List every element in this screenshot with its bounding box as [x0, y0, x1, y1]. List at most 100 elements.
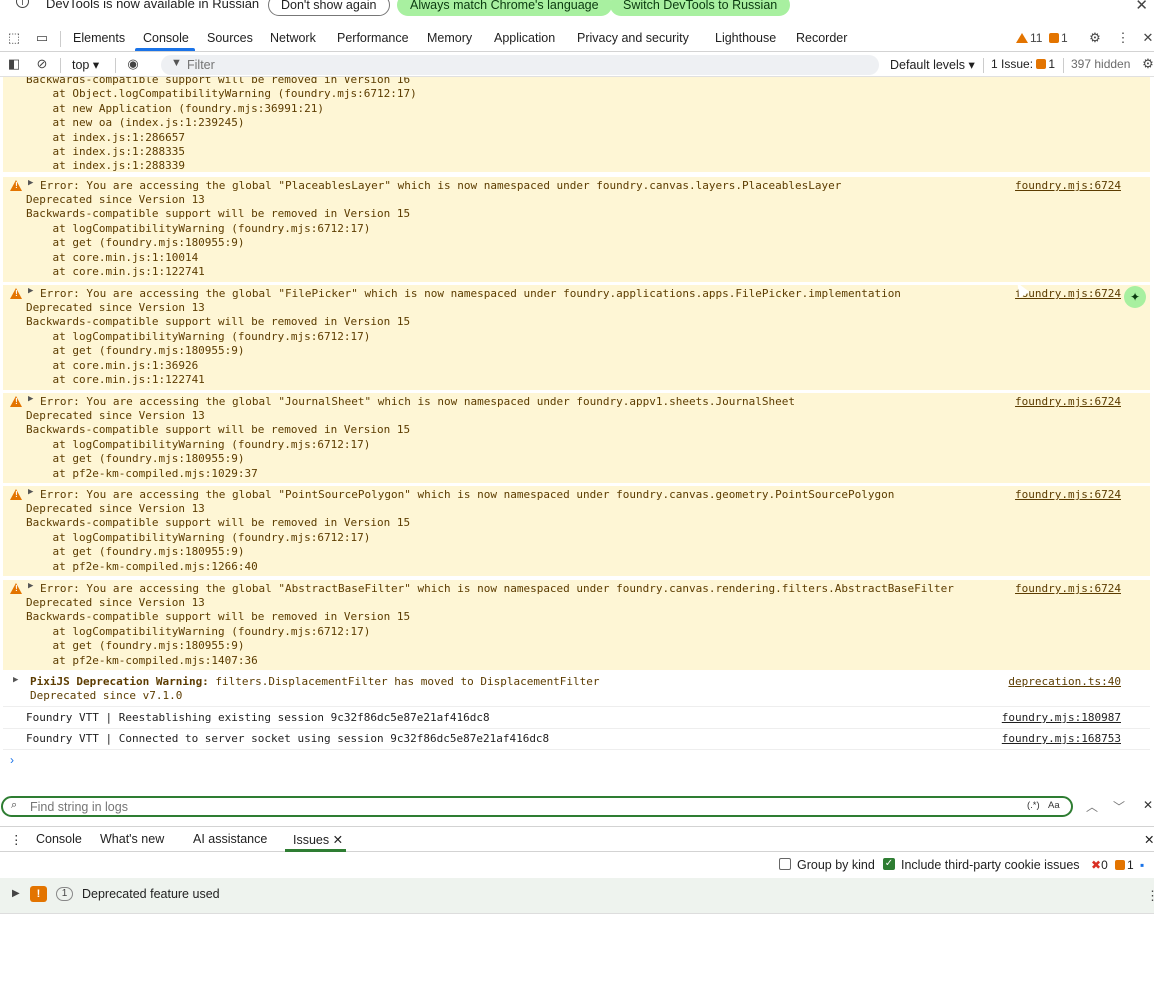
source-link[interactable]: foundry.mjs:6724 [1015, 582, 1121, 595]
group-by-kind-checkbox[interactable] [779, 858, 791, 870]
drawer-tab-whats-new[interactable]: What's new [100, 832, 164, 846]
drawer-tab-ai-assistance[interactable]: AI assistance [193, 832, 267, 846]
stack-trace-line: at logCompatibilityWarning (foundry.mjs:… [26, 530, 371, 544]
issue-warning-icon: ! [30, 886, 47, 902]
drawer-tab-issues-label: Issues [293, 833, 330, 847]
find-box[interactable]: ⌕ (.*) Aa [1, 796, 1073, 817]
expand-triangle-icon[interactable]: ▶ [28, 394, 33, 404]
expand-triangle-icon[interactable]: ▶ [12, 888, 20, 899]
device-toolbar-icon[interactable]: ▭ [34, 30, 50, 46]
active-tab-indicator [135, 48, 195, 51]
pixi-text: filters.DisplacementFilter has moved to … [208, 675, 600, 688]
warning-triangle-icon [10, 489, 22, 500]
match-case-toggle[interactable]: Aa [1048, 800, 1060, 811]
stack-trace-line: at get (foundry.mjs:180955:9) [26, 639, 245, 653]
source-link[interactable]: foundry.mjs:6724 [1015, 395, 1121, 408]
switch-to-russian-button[interactable]: Switch DevTools to Russian [610, 0, 791, 16]
console-message-warning: Backwards-compatible support will be rem… [3, 77, 1150, 173]
context-selector[interactable]: top ▾ [72, 57, 99, 72]
inspect-element-icon[interactable]: ⬚ [6, 30, 22, 46]
console-toolbar: ◧ ⊘ top ▾ ◉ ▼ Default levels ▾ 1 Issue: … [0, 53, 1154, 77]
regex-toggle[interactable]: (.*) [1027, 800, 1040, 811]
stack-trace-line: at logCompatibilityWarning (foundry.mjs:… [26, 221, 371, 235]
warnings-count: 1 [1127, 858, 1134, 872]
issue-flag-icon [1049, 33, 1059, 43]
drawer-tab-issues[interactable]: Issues ✕ [293, 832, 343, 847]
tab-lighthouse[interactable]: Lighthouse [715, 31, 776, 45]
settings-gear-icon[interactable]: ⚙ [1087, 30, 1103, 46]
close-find-icon[interactable]: ✕ [1143, 798, 1153, 812]
tab-application[interactable]: Application [494, 31, 555, 45]
search-icon: ⌕ [11, 799, 18, 811]
always-match-language-button[interactable]: Always match Chrome's language [397, 0, 612, 16]
issue-more-icon[interactable]: ⋮ [1146, 888, 1154, 904]
ai-insight-bulb-icon[interactable]: ✦ [1124, 286, 1146, 308]
source-link[interactable]: deprecation.ts:40 [1008, 675, 1121, 688]
console-message-warning[interactable]: ▶ Error: You are accessing the global "Pl… [3, 177, 1150, 283]
more-options-icon[interactable]: ⋮ [1115, 30, 1131, 46]
issues-badge[interactable]: 1 [1049, 31, 1068, 45]
issue-flag-icon [1115, 860, 1125, 870]
sidebar-toggle-icon[interactable]: ◧ [6, 56, 22, 72]
source-link[interactable]: foundry.mjs:180987 [1002, 711, 1121, 724]
chevron-down-icon: ▾ [968, 58, 975, 72]
console-message-info[interactable]: Foundry VTT | Reestablishing existing se… [3, 709, 1150, 729]
dont-show-again-button[interactable]: Don't show again [268, 0, 390, 16]
tab-sources[interactable]: Sources [207, 31, 253, 45]
active-drawer-tab-indicator [285, 849, 346, 852]
warnings-badge[interactable]: 11 [1016, 31, 1042, 45]
live-expression-eye-icon[interactable]: ◉ [125, 56, 141, 72]
issues-counter[interactable]: 1 Issue: 1 [991, 57, 1055, 71]
close-tab-icon[interactable]: ✕ [333, 833, 343, 847]
tab-performance[interactable]: Performance [337, 31, 409, 45]
console-message-pixi-warning[interactable]: ▶ PixiJS Deprecation Warning: filters.Dis… [3, 673, 1150, 707]
console-settings-gear-icon[interactable]: ⚙ [1140, 56, 1154, 72]
source-link[interactable]: foundry.mjs:6724 [1015, 287, 1121, 300]
expand-triangle-icon[interactable]: ▶ [28, 286, 33, 296]
drawer-menu-icon[interactable]: ⋮ [10, 832, 23, 847]
expand-triangle-icon[interactable]: ▶ [13, 675, 18, 685]
console-message-info[interactable]: Foundry VTT | Connected to server socket… [3, 730, 1150, 750]
source-link[interactable]: foundry.mjs:6724 [1015, 179, 1121, 192]
console-message-warning[interactable]: ▶ Error: You are accessing the global "Fi… [3, 285, 1150, 391]
stack-trace-line: at get (foundry.mjs:180955:9) [26, 236, 245, 250]
tab-privacy-security[interactable]: Privacy and security [577, 31, 689, 45]
console-message-warning[interactable]: ▶ Error: You are accessing the global "Po… [3, 486, 1150, 577]
console-message-warning[interactable]: ▶ Error: You are accessing the global "Ab… [3, 580, 1150, 671]
expand-triangle-icon[interactable]: ▶ [28, 581, 33, 591]
issue-category-row[interactable]: ▶ ! 1 Deprecated feature used ⋮ [0, 878, 1154, 914]
tab-recorder[interactable]: Recorder [796, 31, 847, 45]
tab-memory[interactable]: Memory [427, 31, 472, 45]
stack-trace-line: at logCompatibilityWarning (foundry.mjs:… [26, 329, 371, 343]
tab-elements[interactable]: Elements [73, 31, 125, 45]
errors-count: 0 [1101, 858, 1108, 872]
tab-console[interactable]: Console [143, 31, 189, 45]
divider [115, 58, 116, 73]
source-link[interactable]: foundry.mjs:168753 [1002, 732, 1121, 745]
pixi-message: PixiJS Deprecation Warning: filters.Disp… [30, 675, 600, 688]
close-icon[interactable]: ✕ [1135, 0, 1148, 14]
find-input[interactable] [30, 799, 1010, 814]
info-message-icon: ▪ [1140, 858, 1145, 872]
drawer-tab-console[interactable]: Console [36, 832, 82, 846]
console-message-warning[interactable]: ▶ Error: You are accessing the global "Jo… [3, 393, 1150, 484]
next-match-icon[interactable]: ﹀ [1113, 798, 1125, 815]
expand-triangle-icon[interactable]: ▶ [28, 178, 33, 188]
clear-console-icon[interactable]: ⊘ [34, 56, 50, 72]
include-third-party-checkbox[interactable]: ✓ [883, 858, 895, 870]
close-devtools-icon[interactable]: ✕ [1140, 30, 1154, 46]
warnings-count: 11 [1030, 31, 1043, 45]
console-log[interactable]: Backwards-compatible support will be rem… [0, 77, 1154, 788]
log-levels-label: Default levels [890, 58, 966, 72]
source-link[interactable]: foundry.mjs:6724 [1015, 488, 1121, 501]
log-levels-dropdown[interactable]: Default levels ▾ [890, 57, 975, 72]
expand-triangle-icon[interactable]: ▶ [28, 487, 33, 497]
close-drawer-icon[interactable]: ✕ [1144, 832, 1154, 847]
previous-match-icon[interactable]: ︿ [1086, 798, 1098, 815]
filter-input[interactable] [187, 57, 867, 73]
deprecation-note: Deprecated since Version 13 [26, 596, 205, 609]
tab-network[interactable]: Network [270, 31, 316, 45]
filter-box[interactable]: ▼ [161, 55, 879, 75]
deprecation-note: Backwards-compatible support will be rem… [26, 516, 411, 530]
console-prompt-chevron[interactable]: › [10, 753, 14, 767]
